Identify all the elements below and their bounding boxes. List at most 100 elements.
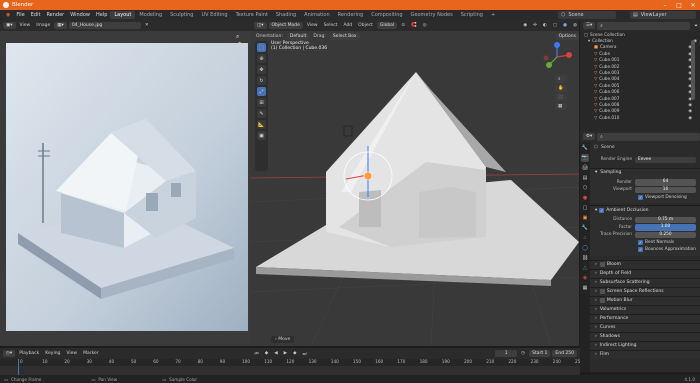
cursor-tool-icon[interactable]: ⊕ — [257, 54, 266, 63]
tool-tab-icon[interactable]: 🔧 — [581, 144, 589, 152]
properties-section-bloom[interactable]: › Bloom — [590, 259, 700, 269]
viewport-menu-view[interactable]: View — [305, 23, 320, 28]
viewport-menu-select[interactable]: Select — [322, 23, 340, 28]
orientation-dropdown[interactable]: Default — [286, 33, 310, 40]
shading-material-icon[interactable]: ◍ — [571, 23, 579, 28]
jump-end-icon[interactable]: ⏭ — [301, 351, 309, 357]
editor-type-timeline-icon[interactable]: ◷▾ — [3, 350, 16, 357]
editor-type-properties-icon[interactable]: ⚙▾ — [583, 133, 596, 140]
render-samples-field[interactable]: 64 — [635, 179, 696, 186]
image-menu-view[interactable]: View — [18, 23, 33, 28]
select-box-tool-icon[interactable]: ⬚ — [257, 43, 266, 52]
tab-texture-paint[interactable]: Texture Paint — [232, 11, 272, 19]
rotate-tool-icon[interactable]: ↻ — [257, 76, 266, 85]
move-tool-icon[interactable]: ✥ — [257, 65, 266, 74]
last-operation-panel[interactable]: › Move — [271, 336, 295, 343]
viewport-samples-field[interactable]: 16 — [635, 186, 696, 193]
play-icon[interactable]: ▶ — [282, 351, 289, 356]
properties-section-film[interactable]: › Film — [590, 349, 700, 359]
properties-section-motion-blur[interactable]: › Motion Blur — [590, 295, 700, 305]
checkbox-checked-icon[interactable]: ✓ — [638, 239, 643, 245]
add-cube-tool-icon[interactable]: ▣ — [257, 131, 266, 140]
timeline-menu-keying[interactable]: Keying — [43, 351, 62, 356]
viewport-denoise-row[interactable]: ✓ Viewport Denoising — [590, 194, 696, 202]
ao-panel-header[interactable]: ▾ ✓ Ambient Occlusion — [590, 205, 700, 214]
menu-render[interactable]: Render — [43, 12, 67, 18]
viewport-menu-object[interactable]: Object — [356, 23, 375, 28]
render-tab-icon[interactable]: 📷 — [581, 154, 589, 162]
transform-orientation[interactable]: Global — [376, 22, 398, 29]
options-dropdown[interactable]: Options — [555, 33, 579, 40]
ao-distance-field[interactable]: 0.75 m — [635, 216, 696, 223]
visibility-eye-icon[interactable]: ◉ — [688, 108, 692, 113]
close-button[interactable]: ✕ — [686, 0, 700, 10]
outliner-item[interactable]: ▽ Cube.010 ◉ — [584, 114, 700, 120]
properties-section-depth-of-field[interactable]: › Depth of Field — [590, 268, 700, 278]
filter-icon[interactable]: ⏷ — [692, 23, 700, 29]
snap-icon[interactable]: 🧲 — [409, 23, 419, 28]
checkbox-unchecked-icon[interactable] — [599, 298, 605, 303]
editor-type-3d-icon[interactable]: ◫▾ — [254, 22, 267, 29]
tab-animation[interactable]: Animation — [300, 11, 334, 19]
timeline-menu-marker[interactable]: Marker — [81, 351, 101, 356]
mode-selector[interactable]: Object Mode — [268, 22, 303, 29]
prev-key-icon[interactable]: ◆ — [263, 351, 270, 356]
view-layer-tab-icon[interactable]: ▤ — [581, 174, 589, 182]
physics-tab-icon[interactable]: ◯ — [581, 244, 589, 252]
shading-solid-icon[interactable]: ● — [561, 23, 569, 28]
tab-geometry-nodes[interactable]: Geometry Nodes — [407, 11, 457, 19]
outliner-scrollbar[interactable] — [691, 40, 695, 100]
properties-section-shadows[interactable]: › Shadows — [590, 331, 700, 341]
overlay-icon[interactable]: ◐ — [541, 23, 549, 28]
scene-tab-icon[interactable]: ⬡ — [581, 184, 589, 192]
menu-file[interactable]: File — [13, 12, 27, 18]
drag-dropdown[interactable]: Select Box — [329, 33, 360, 40]
clock-icon[interactable]: ◷ — [519, 351, 527, 356]
ao-checkbox[interactable]: ✓ — [599, 207, 605, 213]
editor-type-image-icon[interactable]: ▣▾ — [3, 22, 16, 29]
menu-help[interactable]: Help — [93, 12, 110, 18]
checkbox-checked-icon[interactable]: ✓ — [638, 247, 643, 253]
timeline-menu-playback[interactable]: Playback — [17, 351, 41, 356]
image-menu-image[interactable]: Image — [34, 23, 52, 28]
menu-window[interactable]: Window — [67, 12, 93, 18]
ortho-toggle-icon[interactable]: ▦ — [555, 103, 567, 110]
end-frame-field[interactable]: End 250 — [552, 350, 577, 357]
tab-modeling[interactable]: Modeling — [135, 11, 166, 19]
close-image-icon[interactable]: ✕ — [143, 23, 151, 28]
tab-sculpting[interactable]: Sculpting — [166, 11, 197, 19]
properties-section-curves[interactable]: › Curves — [590, 322, 700, 332]
editor-type-outliner-icon[interactable]: ☰▾ — [583, 22, 596, 29]
frame-ruler[interactable]: 0 10 20 30 40 50 60 70 80 90 100 110 120 130 140 150 160… — [0, 359, 580, 366]
image-editor-area[interactable]: ⌕ ✋ — [0, 31, 251, 346]
tab-rendering[interactable]: Rendering — [334, 11, 368, 19]
playhead[interactable] — [18, 359, 23, 375]
scene-selector[interactable]: ⬡ Scene — [558, 11, 616, 19]
ao-factor-slider[interactable]: 1.00 — [635, 224, 696, 231]
modifier-tab-icon[interactable]: 🔧 — [581, 224, 589, 232]
pan-icon[interactable]: ✋ — [555, 85, 567, 92]
timeline-area[interactable]: 0 10 20 30 40 50 60 70 80 90 100 110 120 130 140 150 160… — [0, 359, 580, 375]
checkbox-unchecked-icon[interactable] — [599, 262, 605, 267]
pivot-icon[interactable]: ⊙ — [399, 23, 407, 28]
menu-edit[interactable]: Edit — [28, 12, 44, 18]
viewport-area[interactable]: Orientation: Default Drag: Select Box Op… — [251, 31, 579, 346]
image-name-field[interactable]: 04_House.jpg — [68, 22, 141, 29]
data-tab-icon[interactable]: △ — [581, 264, 589, 272]
gizmo-icon[interactable]: ✣ — [531, 23, 539, 28]
start-frame-field[interactable]: Start 1 — [529, 350, 551, 357]
xray-icon[interactable]: ▢ — [551, 23, 559, 28]
constraints-tab-icon[interactable]: ⛓ — [581, 254, 589, 262]
proportional-icon[interactable]: ◎ — [421, 23, 429, 28]
add-workspace-icon[interactable]: + — [487, 11, 499, 19]
transform-tool-icon[interactable]: ⊞ — [257, 98, 266, 107]
output-tab-icon[interactable]: 🖨 — [581, 164, 589, 172]
image-browse-icon[interactable]: ▦▾ — [54, 22, 67, 29]
properties-search-icon[interactable]: ⌕ — [597, 132, 700, 141]
tab-layout[interactable]: Layout — [110, 11, 136, 19]
jump-start-icon[interactable]: ⏮ — [253, 351, 261, 357]
tab-compositing[interactable]: Compositing — [367, 11, 406, 19]
visibility-eye-icon[interactable]: ◉ — [688, 102, 692, 107]
visibility-icon[interactable]: ◉ — [521, 23, 529, 28]
visibility-eye-icon[interactable]: ◉ — [688, 115, 692, 120]
